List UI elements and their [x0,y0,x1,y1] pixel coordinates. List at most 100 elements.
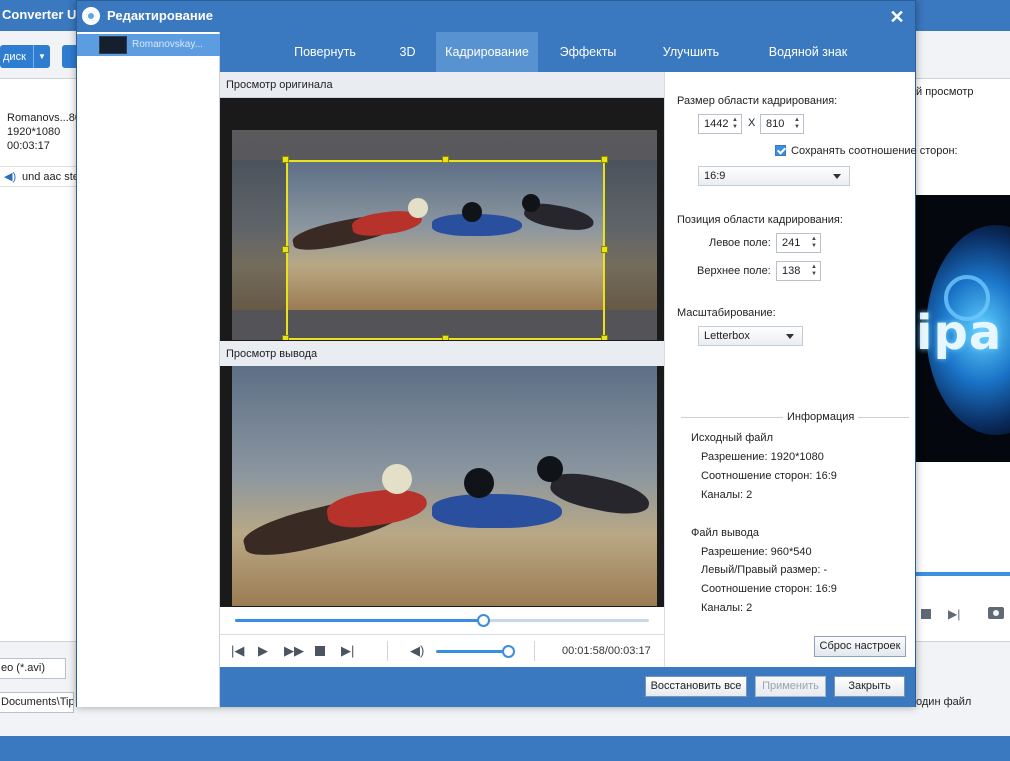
crop-handle-left[interactable] [282,246,289,253]
file-list-item[interactable]: Romanovskay... [77,34,220,56]
crop-height-input[interactable]: 810 ▲ ▼ [760,114,804,134]
divider [534,641,535,661]
scaling-value: Letterbox [704,330,750,342]
aspect-ratio-select[interactable]: 16:9 [698,166,850,186]
top-margin-input[interactable]: 138 ▲ ▼ [776,261,821,281]
file-list-item-label: Romanovskay... [132,39,203,50]
output-preview-header: Просмотр вывода [220,341,664,367]
crop-handle-top[interactable] [442,156,449,163]
top-margin-label: Верхнее поле: [697,265,771,277]
background-path-field[interactable]: Documents\Tipa [0,692,74,713]
dialog-title: Редактирование [107,8,213,23]
tab-effects[interactable]: Эффекты [546,32,630,72]
spinner-arrows-icon[interactable]: ▲ ▼ [793,117,801,131]
background-status-bar [0,736,1010,761]
fast-forward-icon[interactable]: ▶▶ [284,644,304,658]
divider [387,641,388,661]
output-channels: Каналы: 2 [701,602,753,614]
crop-position-label: Позиция области кадрирования: [677,214,843,226]
camera-icon[interactable] [988,607,1004,619]
crop-size-separator: X [748,117,756,129]
seek-bar[interactable] [220,607,664,635]
skip-forward-icon[interactable]: ▶| [341,644,354,658]
close-icon[interactable]: ✕ [885,5,909,29]
keep-ratio-checkbox[interactable] [775,145,786,156]
crop-frame[interactable] [286,160,605,340]
spinner-arrows-icon[interactable]: ▲ ▼ [810,264,818,278]
close-button[interactable]: Закрыть [834,676,905,697]
tab-watermark[interactable]: Водяной знак [747,32,869,72]
background-toolbar-button[interactable] [62,45,76,68]
chevron-down-icon [833,174,841,179]
playback-controls: |◀ ▶ ▶▶ ▶| ◀) 00:01:58/00:03:17 [220,635,664,667]
keep-ratio-label: Сохранять соотношение сторон: [791,145,958,157]
output-preview [220,366,664,607]
speaker-icon: ◀) [4,171,17,183]
skip-back-icon[interactable]: |◀ [231,644,244,658]
background-seek-bar[interactable] [916,572,1010,576]
background-preview-label: й просмотр [916,86,974,98]
apply-button[interactable]: Применить [755,676,826,697]
reset-settings-button[interactable]: Сброс настроек [814,636,906,657]
dialog-title-bar: Редактирование ✕ [77,1,915,32]
background-file-resolution: 1920*1080 [7,126,61,138]
tab-3d[interactable]: 3D [385,32,430,72]
dialog-file-list: Romanovskay... [77,32,220,707]
background-merge-label: один файл [916,696,972,708]
edit-dialog: Редактирование ✕ Romanovskay... Повернут… [76,0,958,707]
source-aspect-ratio: Соотношение сторон: 16:9 [701,470,837,482]
original-preview [220,98,664,341]
tab-crop[interactable]: Кадрирование [436,32,538,72]
seek-handle[interactable] [477,614,490,627]
spinner-arrows-icon[interactable]: ▲ ▼ [731,117,739,131]
crop-size-label: Размер области кадрирования: [677,95,838,107]
original-video-frame [232,130,657,340]
output-resolution: Разрешение: 960*540 [701,546,812,558]
crop-handle-bottom-right[interactable] [601,335,608,340]
next-frame-icon[interactable]: ▶| [948,607,960,621]
source-channels: Каналы: 2 [701,489,753,501]
background-disk-button[interactable]: диск ▼ [0,45,50,68]
left-margin-input[interactable]: 241 ▲ ▼ [776,233,821,253]
scaling-select[interactable]: Letterbox [698,326,803,346]
background-disk-label: диск [3,50,26,63]
tab-rotate[interactable]: Повернуть [275,32,375,72]
crop-handle-top-right[interactable] [601,156,608,163]
app-logo-icon [82,7,100,25]
volume-handle[interactable] [502,645,515,658]
background-audio-track: und aac ste [22,171,79,183]
tab-enhance[interactable]: Улучшить [645,32,737,72]
crop-width-value: 1442 [704,118,729,130]
crop-handle-right[interactable] [601,246,608,253]
stop-icon[interactable] [921,609,931,619]
crop-width-input[interactable]: 1442 ▲ ▼ [698,114,742,134]
output-left-right-size: Левый/Правый размер: - [701,564,828,576]
crop-settings-panel: Размер области кадрирования: 1442 ▲ ▼ X 8… [664,72,958,667]
crop-handle-bottom-left[interactable] [282,335,289,340]
spinner-arrows-icon[interactable]: ▲ ▼ [810,236,818,250]
chevron-down-icon [786,334,794,339]
video-thumbnail [99,36,127,54]
play-icon[interactable]: ▶ [258,644,268,658]
background-preview-video: ipa [916,195,1010,462]
output-video-frame [232,366,657,606]
background-file-duration: 00:03:17 [7,140,50,152]
output-file-title: Файл вывода [691,527,759,539]
left-margin-label: Левое поле: [709,237,771,249]
dialog-footer: Восстановить все Применить Закрыть [220,667,915,707]
stop-icon[interactable] [315,646,325,656]
edit-tabs: Повернуть 3D Кадрирование Эффекты Улучши… [220,32,915,72]
preview-logo-text: ipa [916,305,1003,361]
source-resolution: Разрешение: 1920*1080 [701,451,824,463]
crop-handle-top-left[interactable] [282,156,289,163]
crop-handle-bottom[interactable] [442,335,449,340]
original-preview-header: Просмотр оригинала [220,72,664,98]
preview-area: Просмотр оригинала Просмотр вывода |◀ ▶ … [220,72,664,667]
volume-slider[interactable] [436,650,509,653]
crop-dim-left [232,160,286,310]
background-format-field[interactable]: eo (*.avi) [0,658,66,679]
restore-all-button[interactable]: Восстановить все [645,676,747,697]
scaling-label: Масштабирование: [677,307,776,319]
chevron-down-icon[interactable]: ▼ [33,45,50,68]
volume-icon[interactable]: ◀) [410,644,424,658]
